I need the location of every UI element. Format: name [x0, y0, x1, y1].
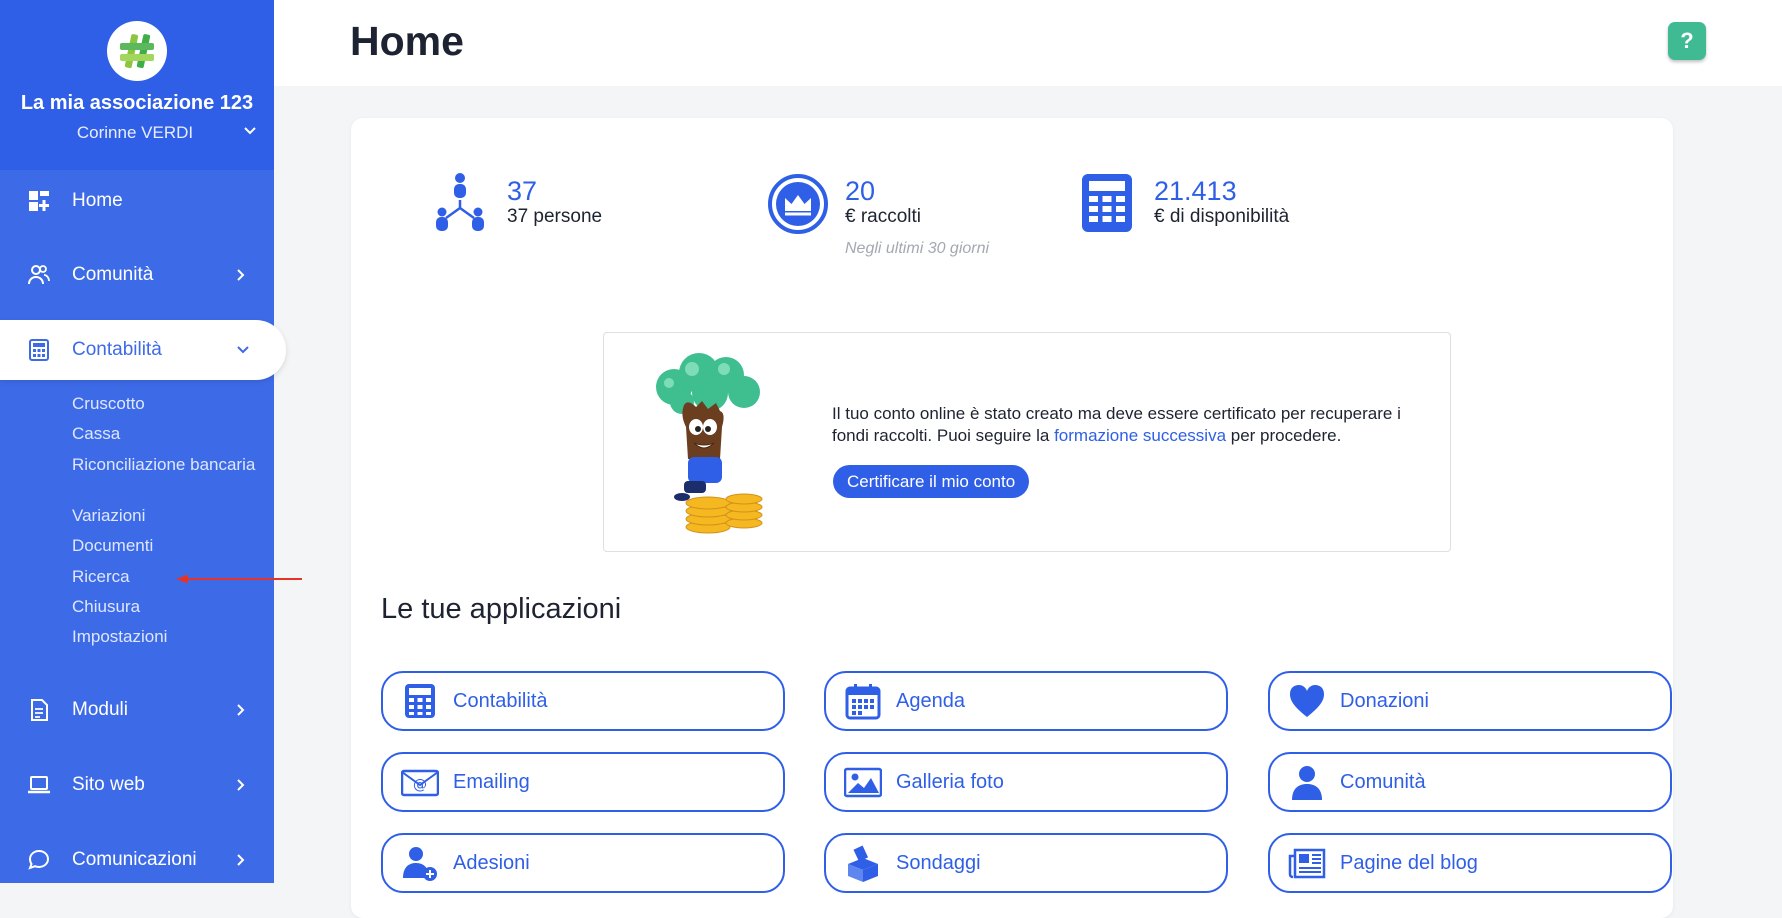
- email-icon: @: [401, 769, 439, 797]
- app-donazioni[interactable]: Donazioni: [1268, 671, 1672, 731]
- app-label: Sondaggi: [896, 851, 981, 874]
- training-link[interactable]: formazione successiva: [1054, 426, 1226, 445]
- nav-label-home: Home: [72, 190, 123, 211]
- newspaper-icon: [1288, 848, 1326, 879]
- sidebar: La mia associazione 123 Corinne VERDI Ho…: [0, 0, 286, 883]
- nav-label-contabilita: Contabilità: [72, 339, 162, 360]
- hashtag-logo-icon: [120, 34, 154, 69]
- nav-item-moduli[interactable]: Moduli: [0, 680, 274, 740]
- add-person-icon: [403, 847, 437, 881]
- chevron-down-icon[interactable]: [243, 126, 257, 136]
- nav-item-comunita[interactable]: Comunità: [0, 245, 274, 305]
- nav-label-comunicazioni: Comunicazioni: [72, 849, 197, 870]
- app-pagine-del-blog[interactable]: Pagine del blog: [1268, 833, 1672, 893]
- help-button[interactable]: ?: [1668, 22, 1706, 60]
- nav-item-sito-web[interactable]: Sito web: [0, 755, 274, 815]
- stat-persone-label: 37 persone: [507, 206, 603, 227]
- app-label: Adesioni: [453, 851, 530, 874]
- heart-icon: [1290, 685, 1324, 717]
- certification-text-after: per procedere.: [1226, 426, 1342, 445]
- subnav-cassa[interactable]: Cassa: [72, 423, 262, 445]
- subnav-documenti[interactable]: Documenti: [72, 535, 262, 557]
- subnav-cruscotto[interactable]: Cruscotto: [72, 393, 262, 415]
- sidebar-header: La mia associazione 123 Corinne VERDI: [0, 0, 274, 170]
- stat-raccolti: 20 € raccolti Negli ultimi 30 giorni: [845, 176, 989, 258]
- ballot-box-icon: [848, 845, 878, 882]
- certification-banner: Il tuo conto online è stato creato ma de…: [603, 332, 1451, 552]
- stat-raccolti-label: € raccolti: [845, 206, 922, 227]
- chevron-right-icon: [237, 779, 245, 791]
- nav-label-sito-web: Sito web: [72, 774, 145, 795]
- app-galleria-foto[interactable]: Galleria foto: [824, 752, 1228, 812]
- stat-persone-value: 37: [507, 176, 538, 206]
- calculator-icon: [1082, 174, 1132, 232]
- crown-badge-icon: [768, 174, 828, 234]
- user-name[interactable]: Corinne VERDI: [0, 123, 270, 143]
- person-icon: [1292, 766, 1322, 800]
- calendar-icon: [845, 684, 881, 720]
- red-arrow-annotation: [176, 574, 302, 584]
- chevron-right-icon: [237, 854, 245, 866]
- certification-message: Il tuo conto online è stato creato ma de…: [832, 403, 1432, 447]
- laptop-icon: [28, 776, 50, 794]
- app-emailing[interactable]: @ Emailing: [381, 752, 785, 812]
- app-adesioni[interactable]: Adesioni: [381, 833, 785, 893]
- page-title: Home: [350, 18, 464, 64]
- stat-disponibilita: 21.413 € di disponibilità: [1154, 176, 1289, 228]
- app-contabilita[interactable]: Contabilità: [381, 671, 785, 731]
- people-network-icon: [436, 173, 484, 231]
- calculator-icon: [405, 684, 435, 718]
- nav-item-home[interactable]: Home: [0, 171, 274, 231]
- subnav-chiusura[interactable]: Chiusura: [72, 596, 262, 618]
- app-agenda[interactable]: Agenda: [824, 671, 1228, 731]
- users-icon: [28, 265, 50, 285]
- app-comunita[interactable]: Comunità: [1268, 752, 1672, 812]
- app-sondaggi[interactable]: Sondaggi: [824, 833, 1228, 893]
- subnav-variazioni[interactable]: Variazioni: [72, 505, 262, 527]
- app-label: Pagine del blog: [1340, 851, 1478, 874]
- stat-disponibilita-label: € di disponibilità: [1154, 206, 1290, 227]
- app-label: Agenda: [896, 689, 965, 712]
- app-label: Comunità: [1340, 770, 1426, 793]
- chevron-right-icon: [237, 269, 245, 281]
- app-label: Emailing: [453, 770, 530, 793]
- nav-label-moduli: Moduli: [72, 699, 128, 720]
- certify-account-button[interactable]: Certificare il mio conto: [833, 465, 1030, 498]
- top-bar: Home ?: [274, 0, 1782, 86]
- document-icon: [31, 699, 48, 721]
- tree-mascot-illustration: [656, 353, 763, 534]
- stat-disponibilita-value: 21.413: [1154, 176, 1237, 206]
- association-logo[interactable]: [107, 21, 167, 81]
- nav-item-contabilita[interactable]: Contabilità: [0, 320, 286, 380]
- app-label: Galleria foto: [896, 770, 1004, 793]
- chevron-down-icon: [237, 346, 249, 354]
- apps-section-title: Le tue applicazioni: [381, 593, 622, 625]
- nav-label-comunita: Comunità: [72, 264, 154, 285]
- nav-item-comunicazioni[interactable]: Comunicazioni: [0, 830, 274, 890]
- subnav-impostazioni[interactable]: Impostazioni: [72, 626, 262, 648]
- subnav-riconciliazione-bancaria[interactable]: Riconciliazione bancaria: [72, 454, 262, 476]
- svg-text:@: @: [413, 777, 427, 793]
- image-icon: [844, 767, 882, 798]
- stat-raccolti-note: Negli ultimi 30 giorni: [845, 240, 990, 257]
- dashboard-icon: [29, 191, 49, 211]
- chat-bubble-icon: [28, 849, 50, 870]
- app-label: Donazioni: [1340, 689, 1429, 712]
- stat-raccolti-value: 20: [845, 176, 876, 206]
- calculator-icon: [29, 339, 49, 361]
- main-card: 37 37 persone 20 € raccolti Negli ultimi…: [351, 118, 1673, 918]
- chevron-right-icon: [237, 704, 245, 716]
- stat-persone: 37 37 persone: [507, 176, 602, 228]
- app-label: Contabilità: [453, 689, 548, 712]
- organization-name: La mia associazione 123: [20, 92, 254, 114]
